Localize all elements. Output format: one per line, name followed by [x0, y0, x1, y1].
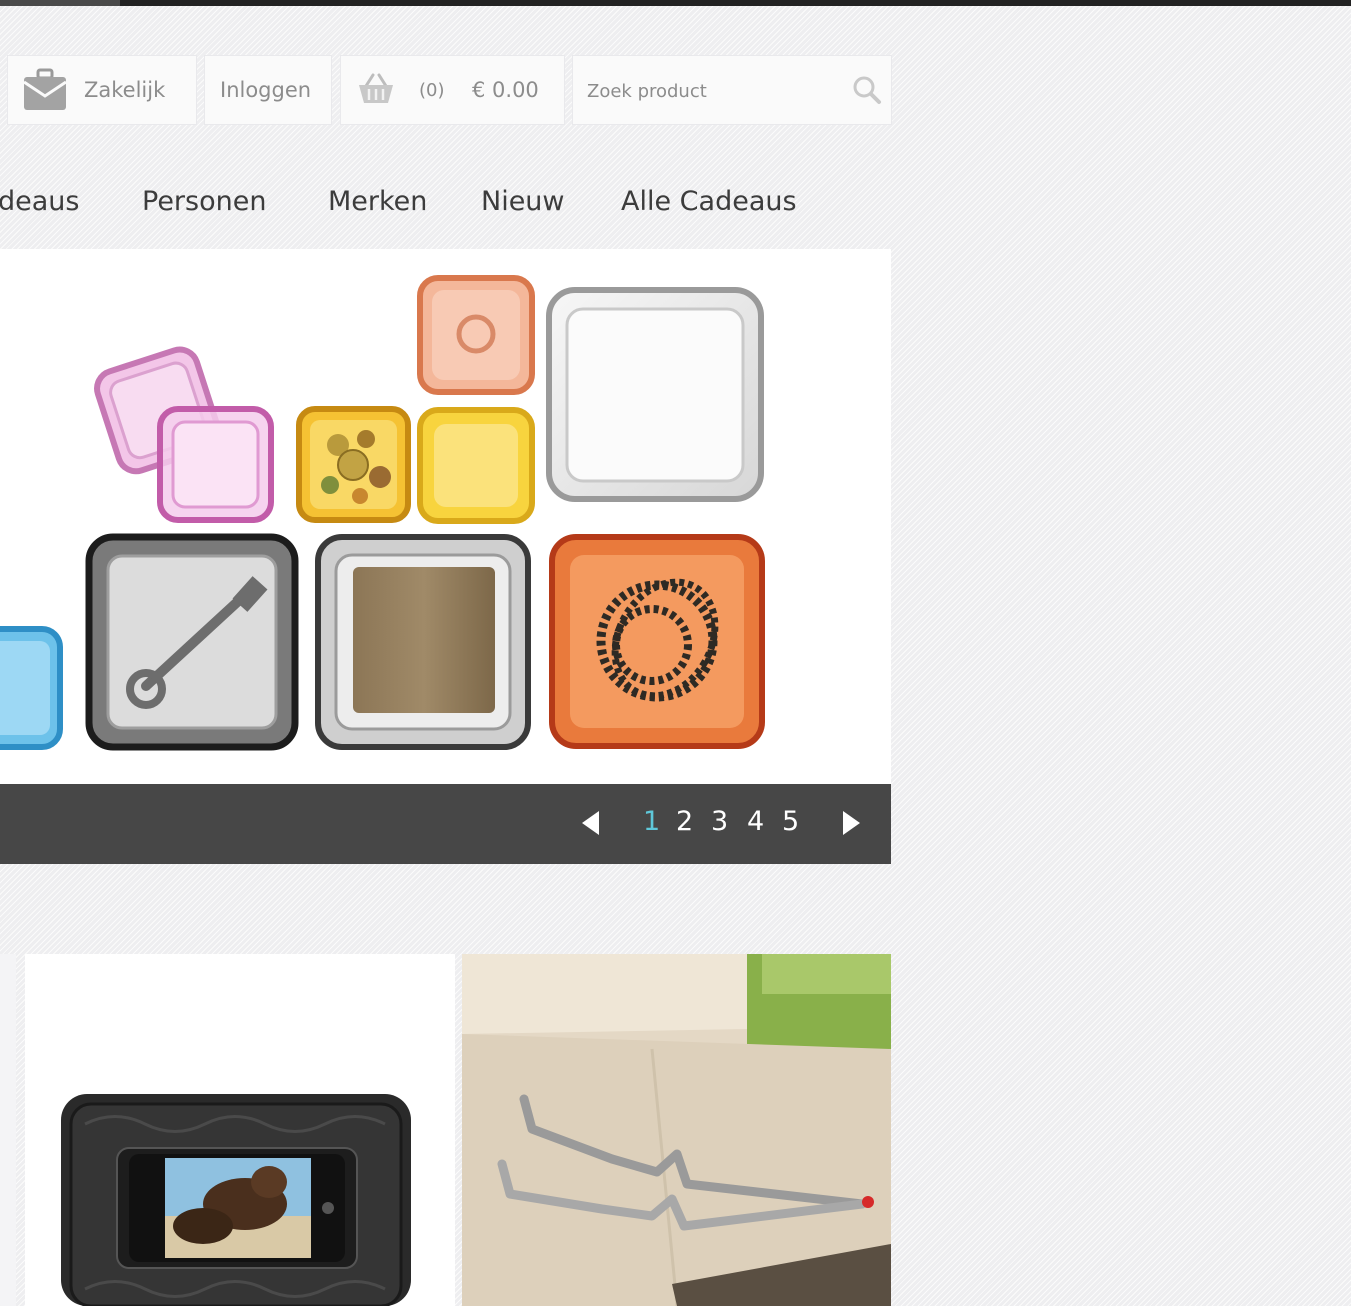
arrow-right-icon[interactable]: [843, 811, 860, 835]
cart-total: € 0.00: [472, 78, 539, 102]
zakelijk-button[interactable]: Zakelijk: [8, 56, 196, 124]
zakelijk-label: Zakelijk: [84, 78, 166, 102]
cart-button[interactable]: (0) € 0.00: [341, 56, 564, 124]
slider-page-3[interactable]: 3: [711, 806, 728, 837]
nav-item-alle-cadeaus[interactable]: Alle Cadeaus: [621, 186, 797, 217]
product-tile-partial[interactable]: [0, 954, 16, 1306]
arrow-left-icon[interactable]: [582, 811, 599, 835]
cart-count: (0): [419, 80, 445, 101]
nav-item-cadeaus[interactable]: deaus: [0, 186, 79, 217]
inloggen-label: Inloggen: [220, 78, 312, 102]
slider-page-5[interactable]: 5: [782, 806, 799, 837]
search-input[interactable]: [585, 72, 849, 110]
slider-page-2[interactable]: 2: [676, 806, 693, 837]
briefcase-icon: [23, 68, 67, 110]
main-nav: deaus Personen Merken Nieuw Alle Cadeaus: [0, 138, 891, 248]
browser-top-bar: [0, 0, 1351, 6]
slider-page-1[interactable]: 1: [643, 806, 660, 837]
browser-tab[interactable]: [0, 0, 120, 6]
search-box: [573, 56, 891, 124]
nav-item-personen[interactable]: Personen: [142, 186, 266, 217]
tablet-case-image: [61, 1094, 411, 1306]
basket-icon: [359, 73, 393, 103]
inloggen-button[interactable]: Inloggen: [205, 56, 331, 124]
slider-controls: 1 2 3 4 5: [0, 784, 891, 864]
slider-page-4[interactable]: 4: [747, 806, 764, 837]
product-tile-tongs[interactable]: [462, 954, 891, 1306]
search-icon[interactable]: [851, 74, 883, 106]
nav-item-merken[interactable]: Merken: [328, 186, 427, 217]
nav-item-nieuw[interactable]: Nieuw: [481, 186, 565, 217]
glass-boxes-illustration: [0, 275, 765, 751]
hero-slider-image[interactable]: [0, 249, 891, 784]
tongs-image: [462, 954, 891, 1306]
product-tile-tablet-case[interactable]: [25, 954, 455, 1306]
